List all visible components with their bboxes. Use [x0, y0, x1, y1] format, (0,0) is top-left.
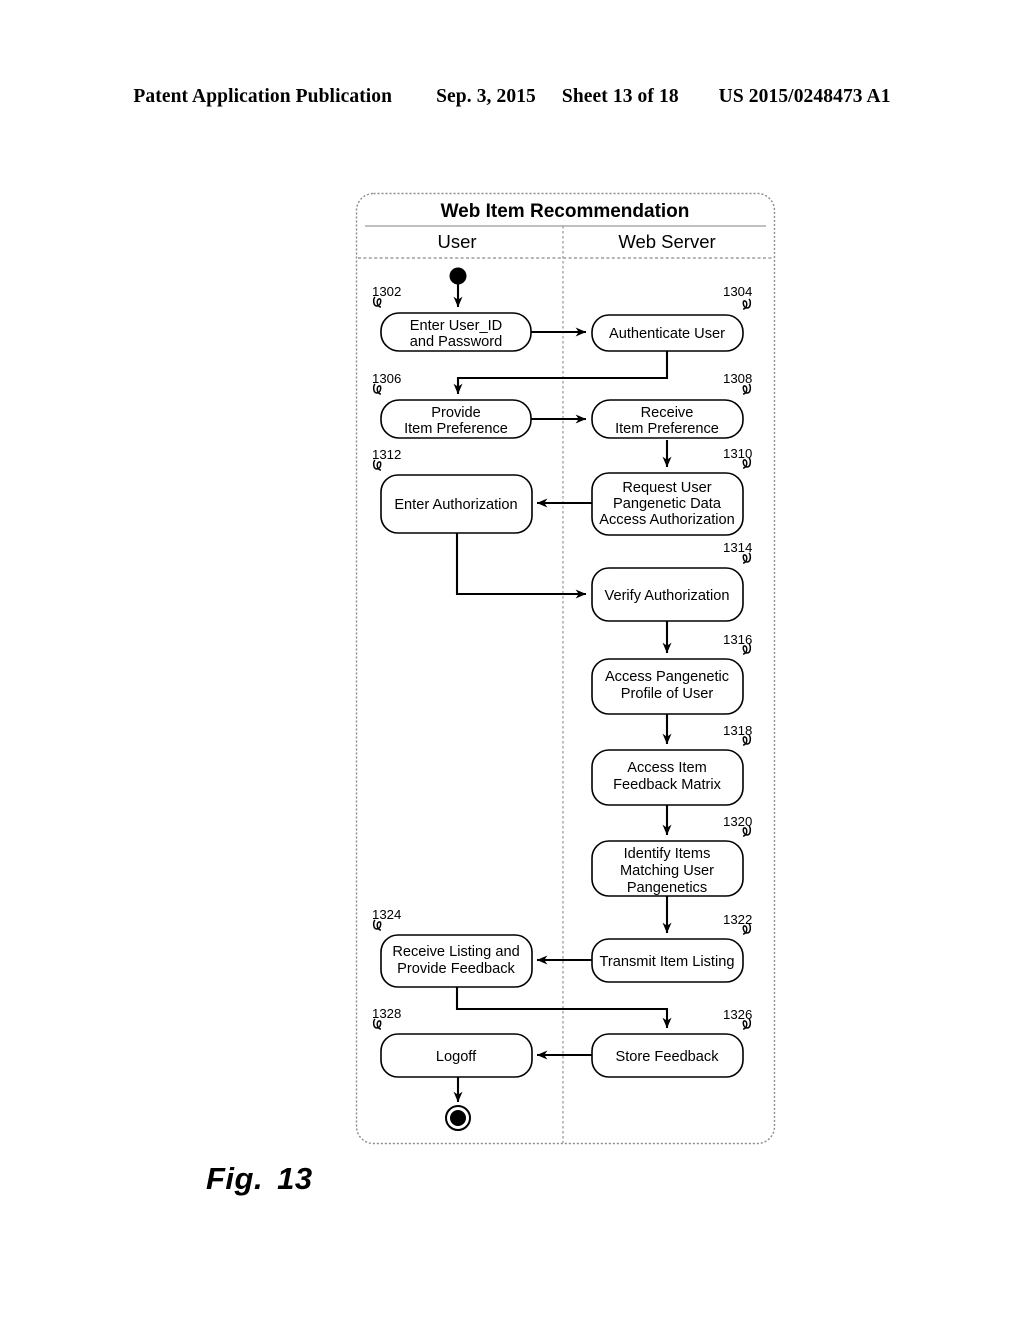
- activity-node-1302-label-line-2: and Password: [410, 334, 502, 350]
- activity-node-1310-label-line-1: Request User: [622, 480, 711, 496]
- activity-node-1306[interactable]: Provide Item Preference: [380, 399, 532, 439]
- flow-1324-to-1326: [455, 987, 672, 1029]
- activity-node-1304-label-line-1: Authenticate User: [609, 326, 725, 342]
- ref-label-1322: 1322: [723, 912, 752, 927]
- ref-label-1308: 1308: [723, 371, 752, 386]
- activity-node-1324-label-line-2: Provide Feedback: [397, 961, 515, 977]
- ref-label-1316: 1316: [723, 632, 752, 647]
- activity-node-1312[interactable]: Enter Authorization: [380, 474, 533, 534]
- activity-node-1310-label-line-3: Access Authorization: [599, 512, 734, 528]
- activity-node-1318-label-line-2: Feedback Matrix: [613, 777, 722, 793]
- ref-label-1314: 1314: [723, 540, 752, 555]
- activity-node-1306-label-line-1: Provide: [431, 405, 480, 421]
- diagram-title: Web Item Recommendation: [441, 201, 690, 222]
- activity-node-1306-label-line-2: Item Preference: [404, 421, 508, 437]
- ref-label-1304: 1304: [723, 284, 752, 299]
- activity-node-1316-label-line-2: Profile of User: [621, 686, 714, 702]
- activity-node-1308-label-line-2: Item Preference: [615, 421, 719, 437]
- ref-label-1328: 1328: [372, 1006, 401, 1021]
- ref-label-1326: 1326: [723, 1007, 752, 1022]
- activity-node-1304[interactable]: Authenticate User: [591, 314, 744, 352]
- activity-node-1316-label-line-1: Access Pangenetic: [605, 669, 729, 685]
- activity-node-1308-label-line-1: Receive: [641, 405, 694, 421]
- patent-figure-page: Patent Application Publication Sep. 3, 2…: [0, 0, 1024, 1320]
- ref-label-1312: 1312: [372, 447, 401, 462]
- ref-label-1318: 1318: [723, 723, 752, 738]
- ref-leader-1304: [742, 298, 752, 310]
- activity-node-1326[interactable]: Store Feedback: [591, 1033, 744, 1078]
- end-node: [450, 1110, 466, 1126]
- ref-label-1320: 1320: [723, 814, 752, 829]
- lane-header-user: User: [437, 231, 476, 252]
- ref-label-1310: 1310: [723, 446, 752, 461]
- activity-node-1302[interactable]: Enter User_ID and Password: [380, 312, 532, 352]
- swimlane-activity-diagram: Web Item Recommendation User Web Server: [355, 192, 776, 1145]
- activity-node-1322-label-line-1: Transmit Item Listing: [600, 954, 735, 970]
- activity-node-1312-label-line-1: Enter Authorization: [394, 497, 517, 513]
- activity-node-1318-label-line-1: Access Item: [627, 760, 706, 776]
- activity-node-1320-label-line-1: Identify Items: [624, 846, 711, 862]
- activity-node-1308[interactable]: Receive Item Preference: [591, 399, 744, 439]
- activity-node-1314[interactable]: Verify Authorization: [591, 567, 744, 622]
- figure-label: Fig.: [206, 1161, 264, 1196]
- activity-node-1310[interactable]: Request User Pangenetic Data Access Auth…: [591, 472, 744, 536]
- activity-node-1326-label-line-1: Store Feedback: [615, 1049, 719, 1065]
- activity-node-1324[interactable]: Receive Listing and Provide Feedback: [380, 934, 533, 988]
- figure-caption: Fig. 13: [206, 1161, 313, 1197]
- flow-1312-to-1314: [455, 531, 587, 599]
- ref-label-1324: 1324: [372, 907, 401, 922]
- start-node: [449, 267, 467, 285]
- activity-node-1322[interactable]: Transmit Item Listing: [591, 938, 744, 983]
- activity-node-1328-label-line-1: Logoff: [436, 1049, 477, 1065]
- activity-node-1316[interactable]: Access Pangenetic Profile of User: [591, 658, 744, 715]
- activity-node-1328[interactable]: Logoff: [380, 1033, 533, 1078]
- ref-label-1302: 1302: [372, 284, 401, 299]
- activity-node-1320-label-line-3: Pangenetics: [627, 880, 707, 896]
- ref-label-1306: 1306: [372, 371, 401, 386]
- lane-header-web-server: Web Server: [618, 231, 715, 252]
- activity-node-1320-label-line-2: Matching User: [620, 863, 714, 879]
- activity-node-1324-label-line-1: Receive Listing and: [392, 944, 519, 960]
- activity-node-1302-label-line-1: Enter User_ID: [410, 318, 502, 334]
- activity-node-1310-label-line-2: Pangenetic Data: [613, 496, 722, 512]
- activity-node-1314-label-line-1: Verify Authorization: [605, 588, 730, 604]
- activity-node-1320[interactable]: Identify Items Matching User Pangenetics: [591, 840, 744, 897]
- activity-node-1318[interactable]: Access Item Feedback Matrix: [591, 749, 744, 806]
- figure-number: 13: [277, 1161, 313, 1196]
